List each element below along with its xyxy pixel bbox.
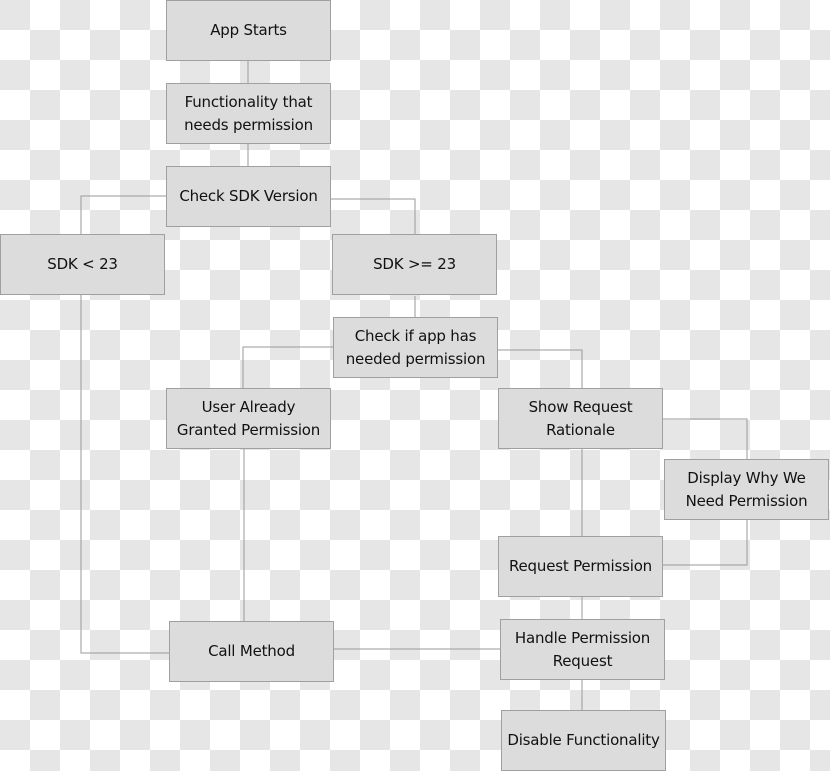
node-disable-functionality: Disable Functionality xyxy=(501,710,666,771)
node-sdk-lt-23: SDK < 23 xyxy=(0,234,165,295)
edge-check-sdk-to-sdk-ge-23 xyxy=(331,198,416,234)
edge-check-sdk-to-sdk-lt-23 xyxy=(80,195,166,234)
node-user-already-granted: User Already Granted Permission xyxy=(166,388,331,449)
node-show-request-rationale: Show Request Rationale xyxy=(498,388,663,449)
edge-sdk-lt-23-to-call-method xyxy=(80,295,169,654)
connectors xyxy=(80,61,748,710)
edge-display-why-to-request-permission xyxy=(663,519,748,566)
edge-show-rationale-to-display-why xyxy=(663,418,748,459)
node-request-permission: Request Permission xyxy=(498,536,663,597)
node-handle-permission-request: Handle Permission Request xyxy=(500,619,665,680)
node-check-sdk-version: Check SDK Version xyxy=(166,166,331,227)
node-functionality-needs-permission: Functionality that needs permission xyxy=(166,83,331,144)
edge-check-permission-to-already-granted xyxy=(242,346,333,388)
node-call-method: Call Method xyxy=(169,621,334,682)
edge-check-permission-to-show-rationale xyxy=(497,349,583,388)
node-check-permission: Check if app has needed permission xyxy=(333,317,498,378)
node-app-starts: App Starts xyxy=(166,0,331,61)
node-display-why-need-permission: Display Why We Need Permission xyxy=(664,459,829,520)
node-sdk-ge-23: SDK >= 23 xyxy=(332,234,497,295)
